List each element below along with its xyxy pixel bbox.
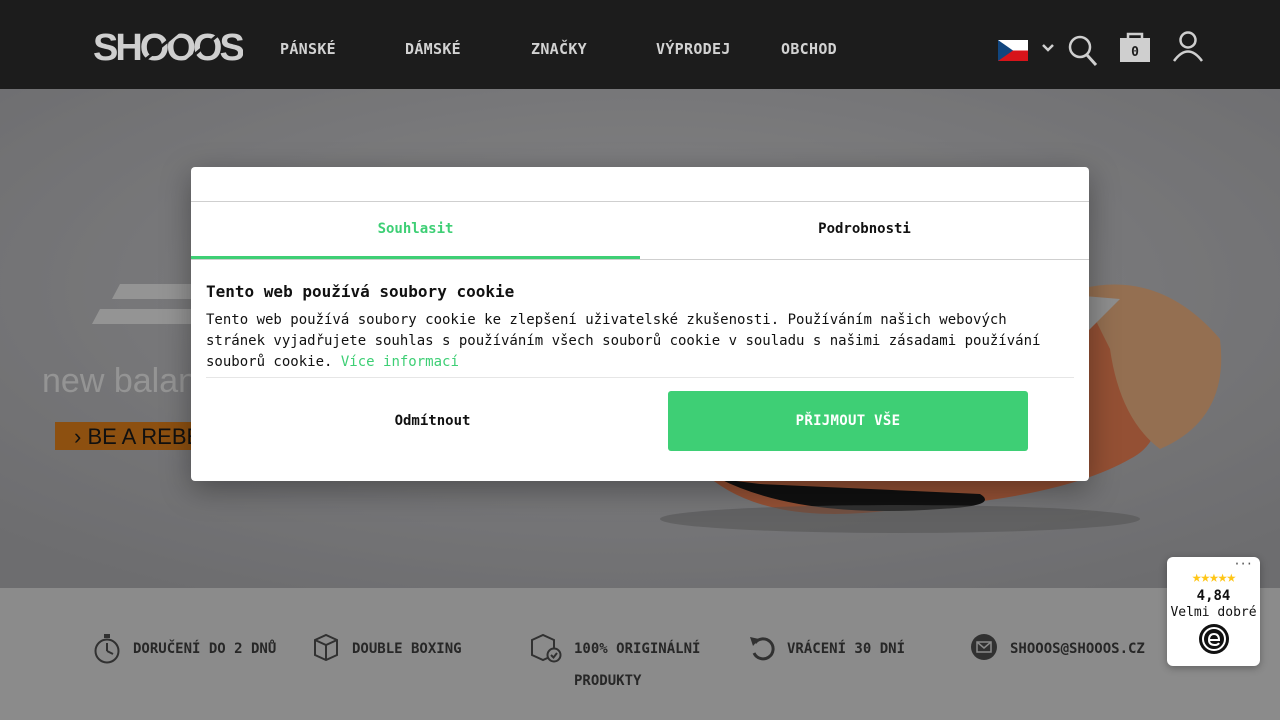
rating-badge[interactable]: ··· ★★★★★ 4,84 Velmi dobré bbox=[1167, 557, 1260, 666]
cookie-text-body: Tento web používá soubory cookie ke zlep… bbox=[206, 312, 1041, 370]
cookie-title: Tento web používá soubory cookie bbox=[206, 282, 515, 301]
cookie-dialog: Souhlasit Podrobnosti Tento web používá … bbox=[191, 167, 1089, 481]
rating-label: Velmi dobré bbox=[1170, 605, 1257, 620]
rating-score: 4,84 bbox=[1196, 588, 1231, 604]
cookie-text: Tento web používá soubory cookie ke zlep… bbox=[206, 310, 1074, 378]
shooos-logo[interactable]: SHOOOS bbox=[93, 22, 243, 68]
czech-flag-icon[interactable] bbox=[998, 40, 1028, 61]
chevron-down-icon[interactable] bbox=[1040, 40, 1056, 56]
nav-item-panske[interactable]: PÁNSKÉ bbox=[280, 40, 336, 58]
nav-item-znacky[interactable]: ZNAČKY bbox=[531, 40, 587, 58]
tab-podrobnosti[interactable]: Podrobnosti bbox=[640, 202, 1089, 259]
trusted-shops-logo-icon bbox=[1198, 624, 1229, 654]
nav-item-vyprodej[interactable]: VÝPRODEJ bbox=[656, 40, 731, 58]
accept-all-button[interactable]: PŘIJMOUT VŠE bbox=[668, 391, 1028, 451]
nav-item-damske[interactable]: DÁMSKÉ bbox=[405, 40, 461, 58]
cart-count: 0 bbox=[1131, 45, 1139, 60]
user-icon[interactable] bbox=[1172, 30, 1204, 62]
more-info-link[interactable]: Více informací bbox=[341, 354, 459, 370]
search-icon[interactable] bbox=[1068, 35, 1098, 67]
reject-button[interactable]: Odmítnout bbox=[291, 391, 574, 451]
cookie-tabs: Souhlasit Podrobnosti bbox=[191, 202, 1089, 260]
tab-souhlasit[interactable]: Souhlasit bbox=[191, 202, 640, 259]
nav-item-obchod[interactable]: OBCHOD bbox=[781, 40, 837, 58]
site-header: SHOOOS PÁNSKÉ DÁMSKÉ ZNAČKY VÝPRODEJ OBC… bbox=[0, 0, 1280, 89]
cookie-dialog-header bbox=[191, 167, 1089, 202]
more-options-icon[interactable]: ··· bbox=[1233, 557, 1253, 571]
